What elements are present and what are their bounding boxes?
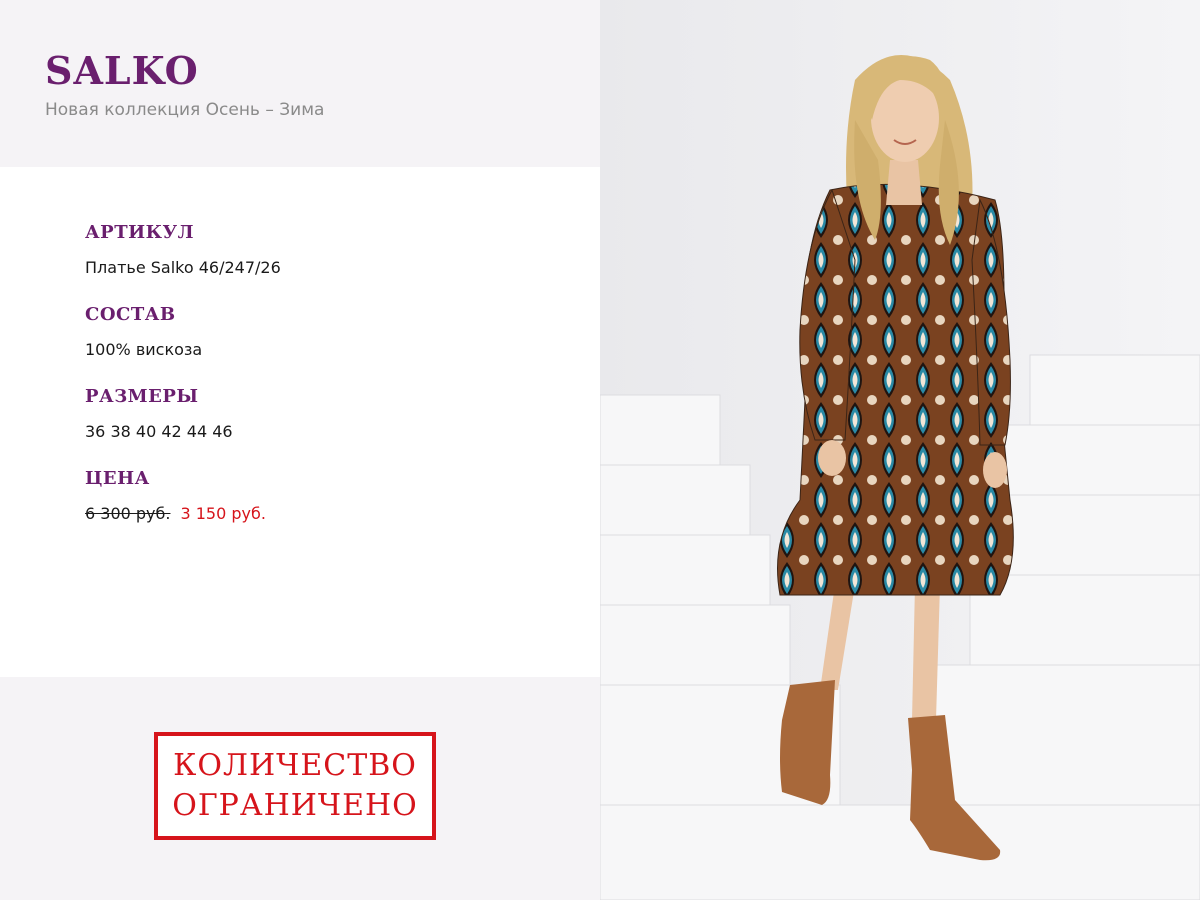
composition-value: 100% вискоза: [85, 340, 203, 359]
limited-quantity-stamp: КОЛИЧЕСТВО ОГРАНИЧЕНО: [154, 732, 436, 840]
product-photo: [600, 0, 1200, 900]
price-label: ЦЕНА: [85, 468, 150, 489]
sizes-value: 36 38 40 42 44 46: [85, 422, 233, 441]
composition-label: СОСТАВ: [85, 304, 176, 325]
article-label: АРТИКУЛ: [85, 222, 194, 243]
price-row: 6 300 руб. 3 150 руб.: [85, 504, 266, 523]
sale-price: 3 150 руб.: [180, 504, 266, 523]
old-price: 6 300 руб.: [85, 504, 171, 523]
product-info-panel: SALKO Новая коллекция Осень – Зима АРТИК…: [0, 0, 600, 900]
article-value: Платье Salko 46/247/26: [85, 258, 281, 277]
brand-logo: SALKO: [45, 48, 199, 93]
collection-subtitle: Новая коллекция Осень – Зима: [45, 100, 325, 120]
details-block: АРТИКУЛ Платье Salko 46/247/26 СОСТАВ 10…: [0, 167, 600, 677]
sizes-label: РАЗМЕРЫ: [85, 386, 199, 407]
header: SALKO Новая коллекция Осень – Зима: [0, 0, 600, 167]
stamp-line-2: ОГРАНИЧЕНО: [172, 788, 418, 823]
stamp-line-1: КОЛИЧЕСТВО: [173, 748, 417, 783]
model-illustration: [600, 0, 1200, 900]
